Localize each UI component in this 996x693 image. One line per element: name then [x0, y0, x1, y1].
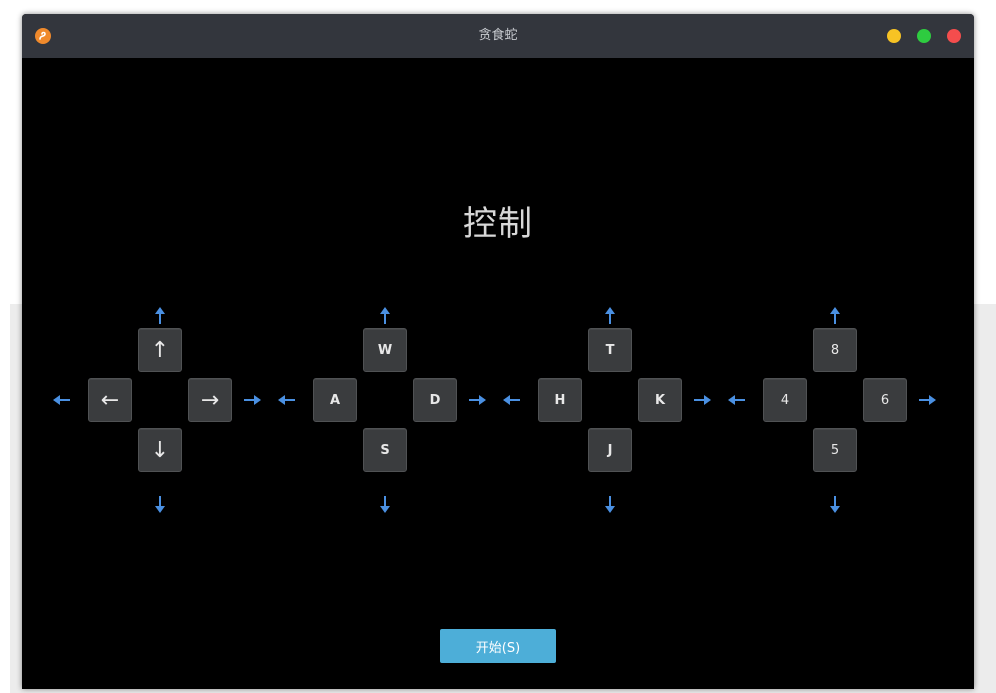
arrow-down-icon [600, 494, 620, 514]
arrow-left-icon [52, 390, 72, 410]
thkj-key-left[interactable]: H [538, 378, 582, 422]
wasd-key-up[interactable]: W [363, 328, 407, 372]
thkj-key-right[interactable]: K [638, 378, 682, 422]
game-window: 贪食蛇 控制 ↑ ← → ↓ W A D S T H K J 8 4 6 5 开始(S) [22, 14, 974, 689]
numpad-key-right[interactable]: 6 [863, 378, 907, 422]
arrow-right-icon [242, 390, 262, 410]
window-title: 贪食蛇 [478, 28, 518, 43]
arrow-key-down[interactable]: ↓ [138, 428, 182, 472]
arrow-up-icon [150, 306, 170, 326]
controls-screen: 控制 ↑ ← → ↓ W A D S T H K J 8 4 6 5 开始(S) [22, 58, 974, 689]
arrow-left-icon [727, 390, 747, 410]
numpad-key-down[interactable]: 5 [813, 428, 857, 472]
thkj-key-up[interactable]: T [588, 328, 632, 372]
maximize-button[interactable] [917, 29, 931, 43]
numpad-key-left[interactable]: 4 [763, 378, 807, 422]
arrow-key-up[interactable]: ↑ [138, 328, 182, 372]
arrow-right-icon [917, 390, 937, 410]
wasd-key-right[interactable]: D [413, 378, 457, 422]
minimize-button[interactable] [887, 29, 901, 43]
start-button[interactable]: 开始(S) [440, 629, 556, 663]
arrow-key-right[interactable]: → [188, 378, 232, 422]
arrow-up-icon [375, 306, 395, 326]
page-title: 控制 [463, 204, 533, 244]
arrow-right-icon [467, 390, 487, 410]
arrow-up-icon [600, 306, 620, 326]
arrow-key-left[interactable]: ← [88, 378, 132, 422]
arrow-right-icon [692, 390, 712, 410]
thkj-key-down[interactable]: J [588, 428, 632, 472]
wasd-key-down[interactable]: S [363, 428, 407, 472]
arrow-down-icon [825, 494, 845, 514]
arrow-left-icon [502, 390, 522, 410]
wasd-key-left[interactable]: A [313, 378, 357, 422]
titlebar[interactable]: 贪食蛇 [22, 14, 974, 59]
close-button[interactable] [947, 29, 961, 43]
arrow-up-icon [825, 306, 845, 326]
arrow-down-icon [375, 494, 395, 514]
numpad-key-up[interactable]: 8 [813, 328, 857, 372]
arrow-left-icon [277, 390, 297, 410]
arrow-down-icon [150, 494, 170, 514]
